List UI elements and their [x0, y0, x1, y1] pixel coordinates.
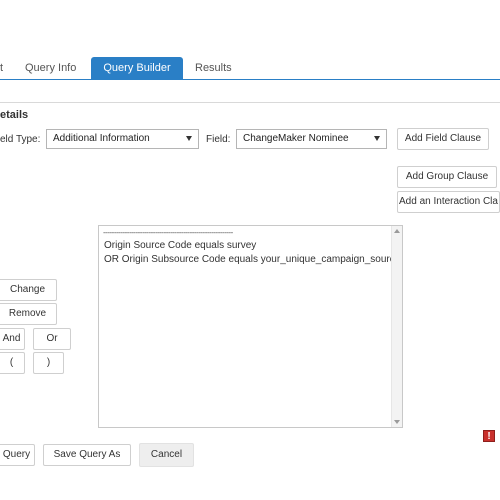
vertical-scrollbar[interactable] — [391, 226, 402, 427]
tab-underline — [0, 79, 500, 80]
open-paren-button[interactable]: ( — [0, 352, 25, 374]
add-field-clause-button[interactable]: Add Field Clause — [397, 128, 489, 150]
save-query-as-button[interactable]: Save Query As — [43, 444, 131, 466]
query-textarea[interactable]: ----------------------------------------… — [98, 225, 403, 428]
add-group-clause-button[interactable]: Add Group Clause — [397, 166, 497, 188]
tab-bar: t Query Info Query Builder Results — [0, 0, 500, 80]
query-separator: ----------------------------------------… — [103, 228, 233, 237]
query-line-2: OR Origin Subsource Code equals your_uni… — [104, 254, 401, 265]
chevron-down-icon — [186, 136, 192, 141]
close-paren-button[interactable]: ) — [33, 352, 64, 374]
or-button[interactable]: Or — [33, 328, 71, 350]
section-divider — [0, 102, 500, 103]
tab-results[interactable]: Results — [195, 57, 245, 79]
tab-query-builder[interactable]: Query Builder — [91, 57, 183, 79]
field-value: ChangeMaker Nominee — [243, 133, 349, 144]
scroll-down-icon[interactable] — [394, 420, 400, 424]
field-type-select[interactable]: Additional Information — [46, 129, 199, 149]
section-title: etails — [0, 109, 29, 121]
cancel-button[interactable]: Cancel — [139, 443, 194, 467]
field-type-label: eld Type: — [0, 134, 41, 145]
tab-query-info[interactable]: Query Info — [25, 57, 83, 79]
warning-icon[interactable]: ! — [483, 430, 495, 442]
scroll-up-icon[interactable] — [394, 229, 400, 233]
remove-button[interactable]: Remove — [0, 303, 57, 325]
tab-partial[interactable]: t — [0, 57, 8, 79]
field-label: Field: — [206, 134, 231, 145]
field-type-value: Additional Information — [53, 133, 150, 144]
change-button[interactable]: Change — [0, 279, 57, 301]
and-button[interactable]: And — [0, 328, 25, 350]
query-button[interactable]: Query — [0, 444, 35, 466]
add-interaction-clause-button[interactable]: Add an Interaction Cla — [397, 191, 500, 213]
chevron-down-icon — [374, 136, 380, 141]
field-select[interactable]: ChangeMaker Nominee — [236, 129, 387, 149]
query-line-1: Origin Source Code equals survey — [104, 240, 257, 251]
